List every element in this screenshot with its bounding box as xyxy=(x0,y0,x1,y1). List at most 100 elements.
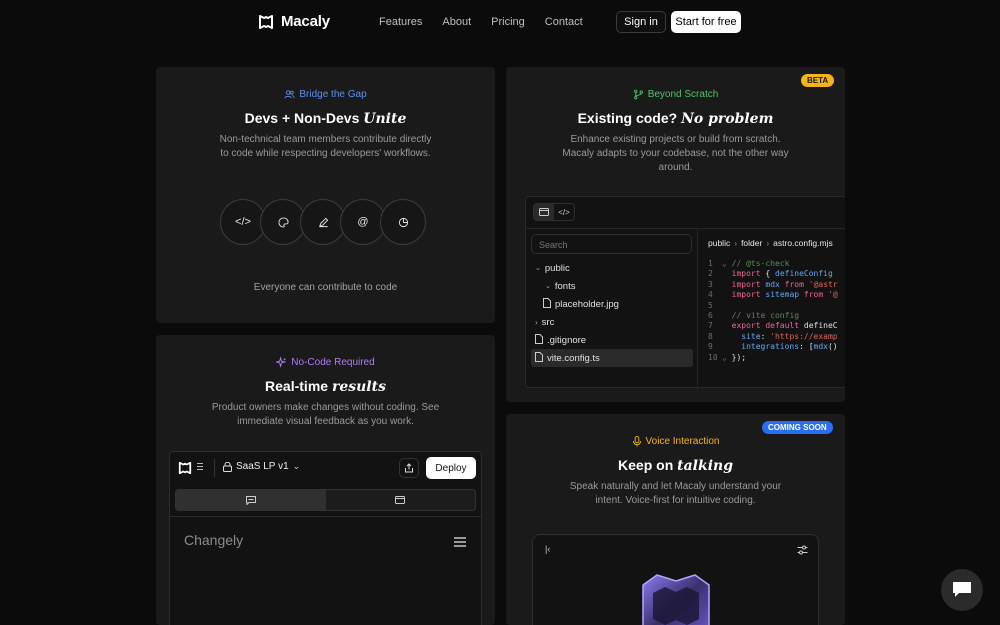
chat-bubble-icon xyxy=(953,582,971,597)
app-toolbar: SaaS LP v1 ⌄ Deploy xyxy=(170,452,481,484)
card-tag: No-Code Required xyxy=(156,357,495,368)
project-name: SaaS LP v1 xyxy=(236,461,289,472)
nav-link-pricing[interactable]: Pricing xyxy=(491,16,525,28)
card-footer: Everyone can contribute to code xyxy=(253,282,398,293)
git-branch-icon xyxy=(633,89,643,100)
chat-mode-icon[interactable] xyxy=(176,490,326,510)
editor-divider xyxy=(526,228,845,229)
file-icon xyxy=(535,351,543,365)
code-tab-icon[interactable]: </> xyxy=(554,204,574,220)
tree-item-gitignore[interactable]: .gitignore xyxy=(531,331,693,349)
breadcrumb-item[interactable]: astro.config.mjs xyxy=(773,238,833,248)
code-view: 1 ⌄ // @ts-check 2 import { defineConfig … xyxy=(708,259,838,362)
hamburger-menu-icon[interactable] xyxy=(454,537,466,549)
card-title: Existing code? No problem xyxy=(506,110,845,127)
preview-tab-icon[interactable] xyxy=(534,204,554,220)
macaly-logo-icon[interactable] xyxy=(178,461,192,475)
tree-item-vite-config[interactable]: vite.config.ts xyxy=(531,349,693,367)
card-title-italic: Unite xyxy=(363,111,407,127)
lock-icon xyxy=(223,461,232,472)
beta-badge: BETA xyxy=(801,74,835,87)
card-description: Speak naturally and let Macaly understan… xyxy=(569,481,782,506)
file-tree: ⌄ public ⌄ fonts placeholder.jpg › src .git… xyxy=(531,259,693,367)
breadcrumb-separator-icon: › xyxy=(766,238,770,248)
toolbar-divider xyxy=(214,459,215,477)
microphone-icon xyxy=(632,436,641,447)
feature-card-no-code: No-Code Required Real-time results Produ… xyxy=(156,335,495,625)
card-description: Enhance existing projects or build from … xyxy=(562,134,789,173)
project-selector[interactable]: SaaS LP v1 ⌄ xyxy=(223,461,300,472)
tree-item-src[interactable]: › src xyxy=(531,313,693,331)
code-editor-preview: </> Search ⌄ public ⌄ fonts placeholder.jp… xyxy=(525,196,845,389)
editor-split-divider xyxy=(697,228,698,389)
code-line: }); xyxy=(731,352,747,362)
chevron-down-icon: ⌄ xyxy=(535,265,541,272)
start-for-free-button[interactable]: Start for free xyxy=(671,11,741,33)
file-icon xyxy=(535,333,543,347)
card-title-plain: Devs + Non-Devs xyxy=(244,110,360,126)
nav-link-features[interactable]: Features xyxy=(379,16,422,28)
card-description: Product owners make changes without codi… xyxy=(211,402,440,427)
sparkle-icon xyxy=(276,357,287,368)
settings-sliders-icon[interactable] xyxy=(797,545,808,555)
file-search-input[interactable]: Search xyxy=(531,234,692,254)
card-tag-label: Beyond Scratch xyxy=(647,89,719,100)
card-title-plain: Real-time xyxy=(265,378,329,394)
chevron-down-icon: ⌄ xyxy=(545,283,551,290)
breadcrumb: public › folder › astro.config.mjs xyxy=(708,238,833,248)
macaly-voice-orb-icon xyxy=(642,574,710,625)
card-title: Keep on talking xyxy=(506,457,845,474)
nav-link-about[interactable]: About xyxy=(442,16,471,28)
app-builder-preview: SaaS LP v1 ⌄ Deploy Changely xyxy=(169,451,482,625)
card-title: Devs + Non-Devs Unite xyxy=(156,110,495,127)
card-title-plain: Existing code? xyxy=(577,110,678,126)
card-title-italic: talking xyxy=(677,458,733,474)
card-title: Real-time results xyxy=(156,378,495,395)
tree-item-placeholder[interactable]: placeholder.jpg xyxy=(531,295,693,313)
card-title-italic: results xyxy=(331,379,386,395)
brand-logo[interactable]: Macaly xyxy=(258,13,330,30)
tree-item-fonts[interactable]: ⌄ fonts xyxy=(531,277,693,295)
brand-name: Macaly xyxy=(281,13,330,30)
editor-view-toggle: </> xyxy=(533,203,575,221)
sign-in-button[interactable]: Sign in xyxy=(616,11,666,33)
card-title-italic: No problem xyxy=(681,111,774,127)
card-tag: Voice Interaction xyxy=(506,436,845,447)
chevron-down-icon: ⌄ xyxy=(292,461,301,471)
voice-preview: |‹ xyxy=(532,534,819,625)
share-button[interactable] xyxy=(399,458,419,478)
card-tag-label: Bridge the Gap xyxy=(299,89,367,100)
breadcrumb-item[interactable]: folder xyxy=(741,238,762,248)
chart-icon[interactable] xyxy=(380,199,426,245)
card-tag: Bridge the Gap xyxy=(156,89,495,100)
top-nav: Macaly Features About Pricing Contact Si… xyxy=(0,0,1000,44)
coming-soon-badge: COMING SOON xyxy=(762,421,833,434)
tree-item-public[interactable]: ⌄ public xyxy=(531,259,693,277)
share-icon xyxy=(405,463,413,473)
preview-mode-icon[interactable] xyxy=(326,490,476,510)
card-title-plain: Keep on xyxy=(618,457,674,473)
breadcrumb-separator-icon: › xyxy=(734,238,738,248)
breadcrumb-item[interactable]: public xyxy=(708,238,730,248)
card-tag-label: Voice Interaction xyxy=(645,436,720,447)
menu-icon[interactable] xyxy=(197,463,203,470)
collapse-icon[interactable]: |‹ xyxy=(545,544,550,554)
deploy-button[interactable]: Deploy xyxy=(426,457,476,479)
nav-link-contact[interactable]: Contact xyxy=(545,16,583,28)
chat-widget-button[interactable] xyxy=(941,569,983,611)
feature-card-beyond-scratch: BETA Beyond Scratch Existing code? No pr… xyxy=(506,67,845,402)
code-line: // vite config xyxy=(731,311,800,321)
users-icon xyxy=(284,90,295,99)
feature-card-voice: COMING SOON Voice Interaction Keep on ta… xyxy=(506,414,845,625)
card-tag-label: No-Code Required xyxy=(291,357,375,368)
mode-toggle xyxy=(175,489,476,511)
nav-links: Features About Pricing Contact xyxy=(379,16,603,28)
app-divider xyxy=(170,516,481,517)
site-logo-text: Changely xyxy=(184,532,244,548)
macaly-logo-icon xyxy=(259,14,273,29)
feature-card-bridge-gap: Bridge the Gap Devs + Non-Devs Unite Non… xyxy=(156,67,495,323)
chevron-right-icon: › xyxy=(535,317,538,327)
card-description: Non-technical team members contribute di… xyxy=(219,134,432,159)
file-icon xyxy=(543,297,551,311)
card-tag: Beyond Scratch xyxy=(506,89,845,100)
